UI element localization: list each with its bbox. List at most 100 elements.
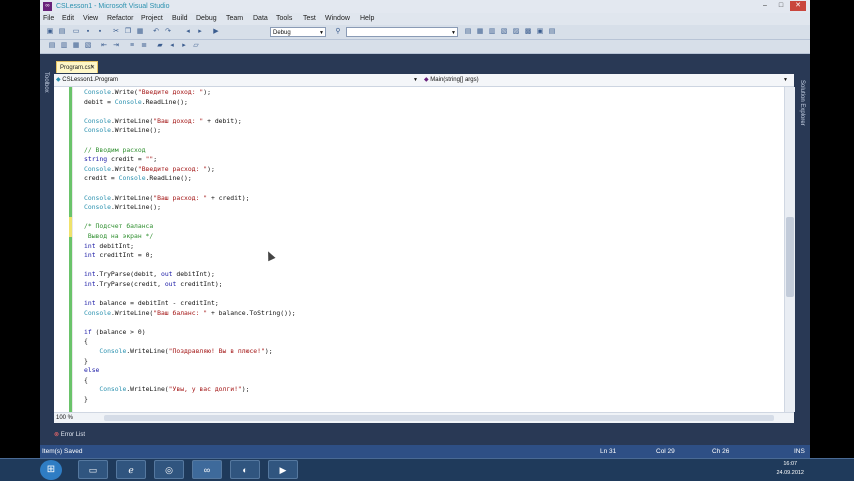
solution-explorer-tab[interactable]: Solution Explorer (799, 80, 805, 126)
code-line[interactable]: Console.WriteLine("Ваш доход: " + debit)… (84, 117, 296, 127)
undo-icon[interactable]: ↶ (152, 28, 160, 36)
next-bookmark-icon[interactable]: ▸ (180, 42, 188, 50)
redo-icon[interactable]: ↷ (164, 28, 172, 36)
save-all-icon[interactable]: ▪ (96, 28, 104, 36)
find-icon[interactable]: ⚲ (334, 28, 342, 36)
save-icon[interactable]: ▪ (84, 28, 92, 36)
explorer-icon[interactable]: ▭ (78, 460, 108, 479)
code-line[interactable]: int balance = debitInt - creditInt; (84, 299, 296, 309)
code-line[interactable] (84, 261, 296, 271)
menu-team[interactable]: Team (226, 13, 243, 25)
code-line[interactable]: else (84, 366, 296, 376)
code-line[interactable]: /* Подсчет баланса (84, 222, 296, 232)
paste-icon[interactable]: ▦ (136, 28, 144, 36)
menu-project[interactable]: Project (141, 13, 163, 25)
increase-indent-icon[interactable]: ⇥ (112, 42, 120, 50)
code-line[interactable] (84, 136, 296, 146)
menu-build[interactable]: Build (172, 13, 188, 25)
code-line[interactable] (84, 107, 296, 117)
code-line[interactable]: int.TryParse(debit, out debitInt); (84, 270, 296, 280)
code-line[interactable]: Console.Write("Введите расход: "); (84, 165, 296, 175)
navigate-back-icon[interactable]: ◂ (184, 28, 192, 36)
code-line[interactable]: Console.WriteLine(); (84, 126, 296, 136)
tab-program-cs[interactable]: Program.cs* ✕ (56, 61, 98, 73)
uncomment-icon[interactable]: ≣ (140, 42, 148, 50)
code-line[interactable]: debit = Console.ReadLine(); (84, 98, 296, 108)
class-combo[interactable]: ◆ CSLesson1.Program ▼ (56, 75, 420, 85)
menu-debug[interactable]: Debug (196, 13, 217, 25)
vertical-scrollbar[interactable] (784, 87, 795, 412)
code-line[interactable]: { (84, 337, 296, 347)
menu-test[interactable]: Test (303, 13, 316, 25)
vertical-scroll-thumb[interactable] (786, 217, 794, 297)
code-line[interactable] (84, 318, 296, 328)
quick-info-icon[interactable]: ▦ (72, 42, 80, 50)
parameter-info-icon[interactable]: ▥ (60, 42, 68, 50)
toggle-bookmark-icon[interactable]: ▰ (156, 42, 164, 50)
code-line[interactable]: Console.WriteLine("Ваш баланс: " + balan… (84, 309, 296, 319)
maximize-icon[interactable]: □ (774, 1, 788, 11)
start-page-icon[interactable]: ▩ (524, 28, 532, 36)
search-combo[interactable]: ▼ (346, 27, 458, 37)
command-window-icon[interactable]: ▤ (548, 28, 556, 36)
menu-tools[interactable]: Tools (276, 13, 292, 25)
menu-window[interactable]: Window (325, 13, 350, 25)
code-line[interactable]: Console.Write("Введите доход: "); (84, 88, 296, 98)
menu-data[interactable]: Data (253, 13, 268, 25)
menu-file[interactable]: File (43, 13, 54, 25)
list-members-icon[interactable]: ▤ (48, 42, 56, 50)
toolbox-tab[interactable]: Toolbox (43, 72, 49, 93)
app-icon[interactable]: ◐ (230, 460, 260, 479)
code-line[interactable]: int.TryParse(credit, out creditInt); (84, 280, 296, 290)
solution-explorer-icon[interactable]: ▦ (476, 28, 484, 36)
close-icon[interactable]: ✕ (790, 1, 806, 11)
clear-bookmarks-icon[interactable]: ▱ (192, 42, 200, 50)
add-item-icon[interactable]: ▤ (58, 28, 66, 36)
complete-word-icon[interactable]: ▧ (84, 42, 92, 50)
decrease-indent-icon[interactable]: ⇤ (100, 42, 108, 50)
code-line[interactable]: credit = Console.ReadLine(); (84, 174, 296, 184)
toolbox-icon[interactable]: ▨ (512, 28, 520, 36)
menu-edit[interactable]: Edit (62, 13, 74, 25)
windows-start-icon[interactable]: ⊞ (40, 460, 62, 480)
chrome-icon[interactable]: ◎ (154, 460, 184, 479)
visual-studio-icon[interactable]: ∞ (192, 460, 222, 479)
find-in-files-icon[interactable]: ▤ (464, 28, 472, 36)
code-line[interactable]: if (balance > 0) (84, 328, 296, 338)
configuration-select[interactable]: Debug ▼ (270, 27, 326, 37)
code-line[interactable]: Console.WriteLine("Ваш расход: " + credi… (84, 194, 296, 204)
camtasia-icon[interactable]: ▶ (268, 460, 298, 479)
zoom-level[interactable]: 100 % (56, 413, 73, 423)
code-line[interactable]: } (84, 357, 296, 367)
new-project-icon[interactable]: ▣ (46, 28, 54, 36)
copy-icon[interactable]: ❐ (124, 28, 132, 36)
code-editor[interactable]: Console.Write("Введите доход: "); debit =… (54, 87, 784, 412)
menu-help[interactable]: Help (360, 13, 374, 25)
code-line[interactable]: Console.WriteLine("Поздравляю! Вы в плюс… (84, 347, 296, 357)
start-debugging-icon[interactable]: ▶ (212, 28, 220, 36)
code-line[interactable]: } (84, 395, 296, 405)
code-line[interactable]: Console.WriteLine(); (84, 203, 296, 213)
horizontal-scrollbar[interactable] (104, 415, 774, 421)
tray-clock[interactable]: 16:07 24.09.2012 (776, 460, 804, 478)
code-line[interactable] (84, 213, 296, 223)
code-line[interactable] (84, 289, 296, 299)
code-line[interactable]: string credit = ""; (84, 155, 296, 165)
navigate-forward-icon[interactable]: ▸ (196, 28, 204, 36)
extension-manager-icon[interactable]: ▣ (536, 28, 544, 36)
properties-icon[interactable]: ▥ (488, 28, 496, 36)
open-file-icon[interactable]: ▭ (72, 28, 80, 36)
member-combo[interactable]: ◆ Main(string[] args) ▼ (424, 75, 790, 85)
code-line[interactable]: // Вводим расход (84, 146, 296, 156)
code-line[interactable]: Console.WriteLine("Увы, у вас долги!"); (84, 385, 296, 395)
close-tab-icon[interactable]: ✕ (90, 62, 95, 74)
ie-icon[interactable]: ℯ (116, 460, 146, 479)
object-browser-icon[interactable]: ▧ (500, 28, 508, 36)
cut-icon[interactable]: ✂ (112, 28, 120, 36)
minimize-icon[interactable]: – (758, 1, 772, 11)
code-line[interactable]: Вывод на экран */ (84, 232, 296, 242)
code-line[interactable]: { (84, 376, 296, 386)
code-text[interactable]: Console.Write("Введите доход: "); debit =… (84, 88, 296, 405)
error-list-tab[interactable]: ⊗ Error List (54, 430, 114, 441)
menu-view[interactable]: View (83, 13, 98, 25)
